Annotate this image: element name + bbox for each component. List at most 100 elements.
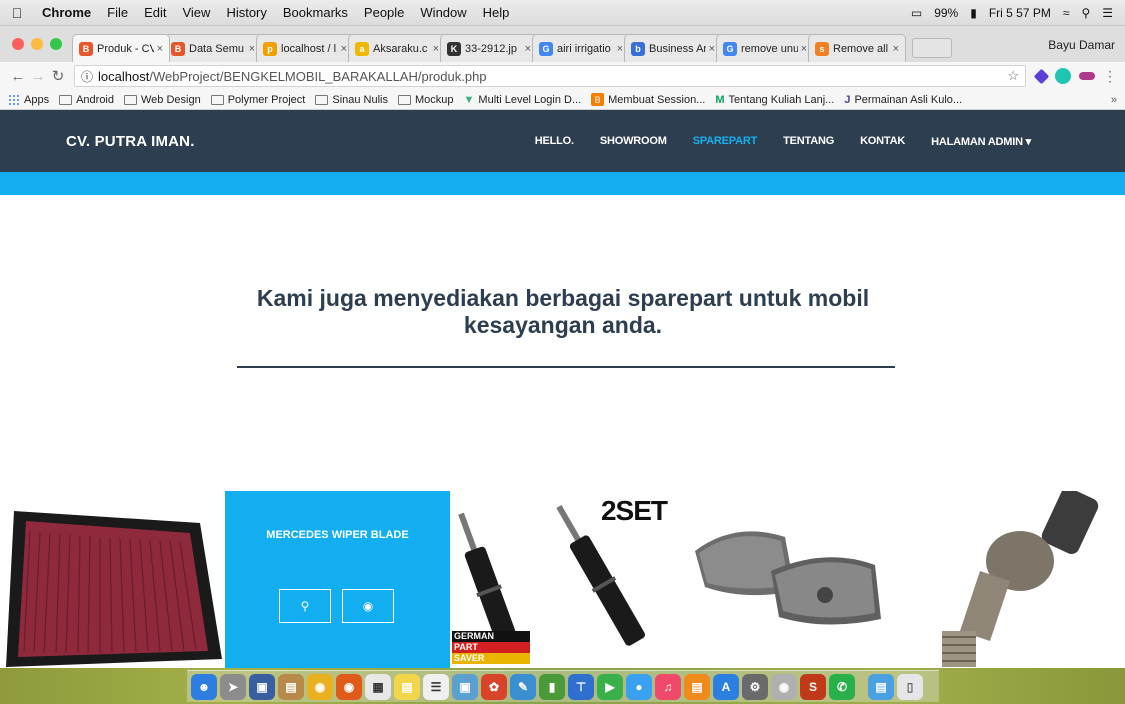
photos-app-icon[interactable]: ▣	[452, 673, 478, 700]
close-tab-icon[interactable]: ×	[709, 43, 715, 55]
whatsapp-icon[interactable]: ✆	[829, 673, 855, 700]
browser-tab[interactable]: s Remove all ×	[808, 34, 906, 62]
bookmark-membuat-session[interactable]: B Membuat Session...	[591, 93, 705, 106]
browser-tab[interactable]: B Data Semu ×	[164, 34, 262, 62]
apple-menu-icon[interactable]: 	[0, 5, 34, 21]
airplay-icon[interactable]: ▭	[911, 6, 922, 20]
chrome-menu-icon[interactable]: ⋮	[1103, 68, 1117, 84]
nav-showroom[interactable]: SHOWROOM	[600, 135, 667, 148]
clock[interactable]: Fri 5 57 PM	[989, 6, 1051, 20]
back-icon[interactable]: ←	[8, 68, 28, 85]
browser-tab[interactable]: Gairi irrigatio ×	[532, 34, 630, 62]
product-ball-joint[interactable]	[900, 491, 1125, 668]
browser-tab[interactable]: b Business Ar ×	[624, 34, 722, 62]
facetime-icon[interactable]: ▶	[597, 673, 623, 700]
bookmark-sinau-nulis[interactable]: Sinau Nulis	[315, 94, 388, 106]
messages-icon[interactable]: ●	[626, 673, 652, 700]
browser-tab[interactable]: a Aksaraku.c ×	[348, 34, 446, 62]
trash-icon[interactable]: ▯	[897, 673, 923, 700]
close-window-icon[interactable]	[12, 38, 24, 50]
bookmark-apps[interactable]: Apps	[8, 93, 49, 106]
bookmark-permainan[interactable]: J Permainan Asli Kulo...	[844, 94, 962, 106]
reminders-icon[interactable]: ☰	[423, 673, 449, 700]
menu-bookmarks[interactable]: Bookmarks	[275, 5, 356, 20]
search-product-button[interactable]: ⚲	[279, 589, 331, 623]
minimize-window-icon[interactable]	[31, 38, 43, 50]
browser-tab[interactable]: Gremove unu ×	[716, 34, 814, 62]
system-preferences-icon[interactable]: ⚙	[742, 673, 768, 700]
menu-app-name[interactable]: Chrome	[34, 5, 99, 20]
bookmark-android[interactable]: Android	[59, 94, 114, 106]
close-tab-icon[interactable]: ×	[617, 43, 623, 55]
info-icon[interactable]: ⓘ	[81, 68, 93, 85]
keynote-icon[interactable]: ⊤	[568, 673, 594, 700]
downloads-folder-icon[interactable]: ▤	[868, 673, 894, 700]
notification-center-icon[interactable]: ☰	[1102, 6, 1113, 20]
nav-tentang[interactable]: TENTANG	[783, 135, 834, 148]
photos-icon[interactable]: ✿	[481, 673, 507, 700]
product-air-filter[interactable]	[0, 491, 225, 668]
menu-history[interactable]: History	[218, 5, 274, 20]
nav-halaman-admin[interactable]: HALAMAN ADMIN ▾	[931, 135, 1031, 148]
launchpad-icon[interactable]: ➤	[220, 673, 246, 700]
close-tab-icon[interactable]: ×	[249, 43, 255, 55]
firefox-icon[interactable]: ◉	[336, 673, 362, 700]
nav-hello[interactable]: HELLO.	[535, 135, 574, 148]
profile-name[interactable]: Bayu Damar	[1048, 38, 1125, 62]
spotlight-icon[interactable]: ⚲	[1081, 6, 1090, 20]
nav-sparepart[interactable]: SPAREPART	[693, 135, 758, 148]
close-tab-icon[interactable]: ×	[801, 43, 807, 55]
more-bookmarks-icon[interactable]: »	[1111, 94, 1117, 106]
menu-file[interactable]: File	[99, 5, 136, 20]
product-mercedes-wiper-blade[interactable]: MERCEDES WIPER BLADE ⚲ ◉	[225, 491, 450, 668]
battery-percent[interactable]: 99%	[934, 6, 958, 20]
close-tab-icon[interactable]: ×	[893, 43, 899, 55]
forward-icon[interactable]: →	[28, 68, 48, 85]
menu-view[interactable]: View	[174, 5, 218, 20]
ibooks-icon[interactable]: ▤	[684, 673, 710, 700]
chrome-icon[interactable]: ◉	[307, 673, 333, 700]
wifi-icon[interactable]: ≈	[1063, 6, 1070, 20]
bookmark-star-icon[interactable]: ☆	[1007, 68, 1019, 84]
close-tab-icon[interactable]: ×	[525, 43, 531, 55]
browser-tab[interactable]: K 33-2912.jp ×	[440, 34, 538, 62]
sublime-text-icon[interactable]: S	[800, 673, 826, 700]
close-tab-icon[interactable]: ×	[157, 43, 163, 55]
app-store-icon[interactable]: A	[713, 673, 739, 700]
browser-tab[interactable]: B Produk - CV ×	[72, 34, 170, 62]
stickies-icon[interactable]: ▤	[394, 673, 420, 700]
bookmark-web-design[interactable]: Web Design	[124, 94, 201, 106]
product-shock-absorbers[interactable]: 2SET GERMAN PART SAVER	[450, 491, 675, 668]
calendar-icon[interactable]: ▦	[365, 673, 391, 700]
close-tab-icon[interactable]: ×	[433, 43, 439, 55]
new-tab-button[interactable]	[912, 38, 952, 58]
browser-tab[interactable]: p localhost / l ×	[256, 34, 354, 62]
pages-icon[interactable]: ✎	[510, 673, 536, 700]
preview-icon[interactable]: ▣	[249, 673, 275, 700]
close-tab-icon[interactable]: ×	[341, 43, 347, 55]
address-bar[interactable]: ⓘ localhost/WebProject/BENGKELMOBIL_BARA…	[74, 65, 1026, 87]
finder-icon[interactable]: ☻	[191, 673, 217, 700]
extension-glasses-icon[interactable]	[1079, 72, 1095, 80]
menu-help[interactable]: Help	[475, 5, 518, 20]
menu-edit[interactable]: Edit	[136, 5, 174, 20]
menu-window[interactable]: Window	[412, 5, 474, 20]
notes-app-icon[interactable]: ▤	[278, 673, 304, 700]
view-product-button[interactable]: ◉	[342, 589, 394, 623]
site-brand[interactable]: CV. PUTRA IMAN.	[66, 133, 195, 150]
zoom-window-icon[interactable]	[50, 38, 62, 50]
disk-utility-icon[interactable]: ◉	[771, 673, 797, 700]
nav-kontak[interactable]: KONTAK	[860, 135, 905, 148]
battery-icon[interactable]: ▮	[970, 6, 977, 20]
extension-circle-icon[interactable]	[1055, 68, 1071, 84]
bookmark-tentang-kuliah[interactable]: M Tentang Kuliah Lanj...	[715, 94, 834, 106]
bookmark-polymer[interactable]: Polymer Project	[210, 94, 305, 106]
product-brake-pads[interactable]	[675, 491, 900, 668]
bookmark-mockup[interactable]: Mockup	[398, 94, 454, 106]
itunes-icon[interactable]: ♫	[655, 673, 681, 700]
bookmark-multi-level-login[interactable]: ▼ Multi Level Login D...	[464, 94, 582, 106]
menu-people[interactable]: People	[356, 5, 412, 20]
numbers-icon[interactable]: ▮	[539, 673, 565, 700]
reload-icon[interactable]: ↻	[48, 67, 68, 85]
extension-diamond-icon[interactable]	[1033, 68, 1050, 84]
